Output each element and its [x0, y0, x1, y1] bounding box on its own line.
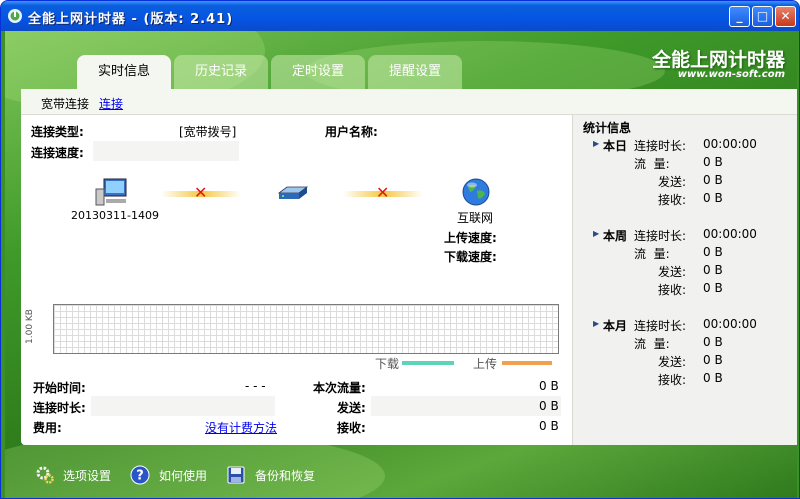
- modem-icon: [277, 186, 309, 199]
- maximize-icon: □: [756, 9, 769, 23]
- stats-recv-label: 接收:: [658, 193, 687, 207]
- stats-duration-label: 连接时长:: [634, 319, 687, 333]
- stats-week-title: 本周: [603, 229, 628, 243]
- fee-label: 费用:: [33, 421, 62, 435]
- connection-bar: 宽带连接 连接: [21, 89, 797, 115]
- stats-flow-value: 0 B: [703, 245, 723, 259]
- stats-panel: 统计信息 ▶ 本日 连接时长: 00:00:00 流 量: 0 B 发送: 0 …: [572, 115, 797, 445]
- stats-duration-value: 00:00:00: [703, 137, 757, 151]
- sent-value: 0 B: [539, 399, 559, 413]
- minimize-icon: _: [736, 9, 743, 23]
- bullet-icon: ▶: [593, 229, 600, 238]
- upload-speed-label: 上传速度:: [444, 231, 497, 245]
- close-icon: ✕: [780, 9, 791, 23]
- tab-timer[interactable]: 定时设置: [271, 55, 365, 89]
- disconnected-icon: ✕: [194, 183, 208, 202]
- fee-method-link[interactable]: 没有计费方法: [205, 419, 277, 436]
- duration-label: 连接时长:: [33, 401, 86, 415]
- stats-flow-value: 0 B: [703, 155, 723, 169]
- window-title: 全能上网计时器 - (版本: 2.41): [28, 12, 234, 27]
- stats-recv-value: 0 B: [703, 281, 723, 295]
- bullet-icon: ▶: [593, 319, 600, 328]
- gears-icon[interactable]: [35, 465, 55, 485]
- stats-sent-label: 发送:: [658, 175, 687, 189]
- app-window: 全能上网计时器 - (版本: 2.41) _ □ ✕ 全能上网计时器 www.w…: [0, 0, 800, 499]
- svg-text:?: ?: [136, 469, 144, 484]
- disconnected-icon: ✕: [376, 183, 390, 202]
- stats-flow-value: 0 B: [703, 335, 723, 349]
- floppy-disk-icon[interactable]: [226, 465, 246, 485]
- close-button[interactable]: ✕: [775, 6, 796, 27]
- sent-field: [371, 396, 561, 416]
- stats-duration-label: 连接时长:: [634, 229, 687, 243]
- start-time-value: - - -: [245, 379, 266, 393]
- connect-link[interactable]: 连接: [99, 95, 123, 112]
- stats-flow-label: 流 量:: [634, 337, 670, 351]
- legend-download: 下载: [375, 357, 400, 371]
- connection-type-value: [宽带拨号]: [179, 125, 237, 139]
- computer-name: 20130311-1409: [71, 209, 159, 222]
- session-flow-value: 0 B: [539, 379, 559, 393]
- stats-today-title: 本日: [603, 139, 628, 153]
- bullet-icon: ▶: [593, 139, 600, 148]
- title-bar[interactable]: 全能上网计时器 - (版本: 2.41) _ □ ✕: [1, 1, 799, 31]
- connection-name: 宽带连接: [41, 97, 90, 111]
- stats-recv-label: 接收:: [658, 283, 687, 297]
- app-icon: [8, 9, 22, 23]
- stats-recv-label: 接收:: [658, 373, 687, 387]
- stats-title: 统计信息: [583, 121, 632, 135]
- internet-globe-icon: [462, 178, 490, 206]
- bottom-toolbar: 选项设置 ? 如何使用 备份和恢复: [5, 457, 797, 498]
- help-icon[interactable]: ?: [130, 465, 150, 485]
- stats-duration-value: 00:00:00: [703, 317, 757, 331]
- options-button[interactable]: 选项设置: [63, 467, 111, 484]
- legend-upload-swatch: [502, 361, 552, 365]
- logo-title: 全能上网计时器: [651, 49, 785, 71]
- stats-month-title: 本月: [603, 319, 628, 333]
- stats-flow-label: 流 量:: [634, 157, 670, 171]
- start-time-label: 开始时间:: [33, 381, 86, 395]
- stats-sent-value: 0 B: [703, 173, 723, 187]
- backup-restore-button[interactable]: 备份和恢复: [255, 467, 315, 484]
- sent-label: 发送:: [337, 401, 366, 415]
- legend-download-swatch: [402, 361, 454, 365]
- tab-history[interactable]: 历史记录: [174, 55, 268, 89]
- download-speed-label: 下载速度:: [444, 250, 497, 264]
- stats-recv-value: 0 B: [703, 371, 723, 385]
- tab-realtime[interactable]: 实时信息: [77, 55, 171, 91]
- main-panel: 宽带连接 连接 连接类型: [宽带拨号] 用户名称: 连接速度: 2013031…: [21, 89, 797, 445]
- stats-duration-label: 连接时长:: [634, 139, 687, 153]
- duration-field: [91, 396, 275, 416]
- stats-flow-label: 流 量:: [634, 247, 670, 261]
- legend-upload: 上传: [473, 357, 498, 371]
- stats-duration-value: 00:00:00: [703, 227, 757, 241]
- traffic-graph: [53, 304, 559, 354]
- help-button[interactable]: 如何使用: [159, 467, 207, 484]
- user-name-label: 用户名称:: [325, 125, 378, 139]
- connection-speed-label: 连接速度:: [31, 146, 84, 160]
- speed-field: [93, 141, 239, 161]
- received-value: 0 B: [539, 419, 559, 433]
- logo-url: www.won-soft.com: [677, 69, 785, 80]
- tab-reminder[interactable]: 提醒设置: [368, 55, 462, 89]
- client-area: 全能上网计时器 www.won-soft.com 实时信息 历史记录 定时设置 …: [5, 31, 797, 498]
- maximize-button[interactable]: □: [752, 6, 773, 27]
- stats-sent-label: 发送:: [658, 265, 687, 279]
- received-label: 接收:: [337, 421, 366, 435]
- stats-sent-label: 发送:: [658, 355, 687, 369]
- stats-sent-value: 0 B: [703, 263, 723, 277]
- internet-label: 互联网: [457, 211, 494, 225]
- session-flow-label: 本次流量:: [313, 381, 366, 395]
- graph-y-label: 1.00 KB: [25, 309, 35, 344]
- minimize-button[interactable]: _: [729, 6, 750, 27]
- computer-icon: [95, 178, 127, 206]
- connection-type-label: 连接类型:: [31, 125, 84, 139]
- stats-recv-value: 0 B: [703, 191, 723, 205]
- stats-sent-value: 0 B: [703, 353, 723, 367]
